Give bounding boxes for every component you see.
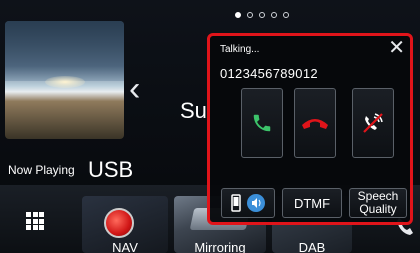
speech-quality-line2: Quality: [359, 202, 397, 216]
page-indicator: [235, 12, 289, 18]
speech-quality-button[interactable]: Speech Quality: [349, 188, 407, 218]
page-dot-3[interactable]: [259, 12, 265, 18]
call-popup: Talking... ✕ 0123456789012 DTMF Speech Q…: [207, 33, 413, 225]
phone-number: 0123456789012: [220, 66, 318, 81]
nav-tile-label: NAV: [112, 240, 138, 253]
now-playing-label: Now Playing: [8, 163, 75, 177]
album-art[interactable]: [5, 21, 124, 139]
call-status: Talking...: [220, 44, 260, 55]
dtmf-button[interactable]: DTMF: [282, 188, 342, 218]
mic-mute-icon: [363, 113, 383, 133]
accept-call-button[interactable]: [241, 88, 283, 158]
page-dot-1[interactable]: [235, 12, 241, 18]
close-icon[interactable]: ✕: [388, 38, 405, 58]
page-dot-5[interactable]: [283, 12, 289, 18]
phone-accept-icon: [253, 114, 271, 132]
song-title: Su: [180, 98, 207, 123]
album-art-clouds: [5, 21, 124, 81]
home-screen: ‹ Su Now Playing USB NAV Mirroring DAB T…: [0, 0, 420, 253]
end-call-button[interactable]: [294, 88, 336, 158]
album-art-sun: [45, 76, 85, 88]
nav-tile[interactable]: NAV: [82, 196, 168, 253]
mute-button[interactable]: [352, 88, 394, 158]
source-label[interactable]: USB: [88, 157, 133, 183]
nav-pin-icon: [104, 208, 134, 238]
dab-tile-label: DAB: [298, 240, 326, 253]
dtmf-label: DTMF: [293, 195, 331, 211]
chevron-left-icon[interactable]: ‹: [129, 72, 140, 106]
audio-output-toggle[interactable]: [221, 188, 275, 218]
page-dot-2[interactable]: [247, 12, 253, 18]
mirroring-tile-label: Mirroring: [194, 240, 246, 253]
app-grid-icon[interactable]: [26, 212, 44, 230]
speaker-icon: [246, 194, 265, 212]
page-dot-4[interactable]: [271, 12, 277, 18]
phone-hangup-icon: [302, 119, 328, 129]
handset-icon: [230, 194, 241, 212]
